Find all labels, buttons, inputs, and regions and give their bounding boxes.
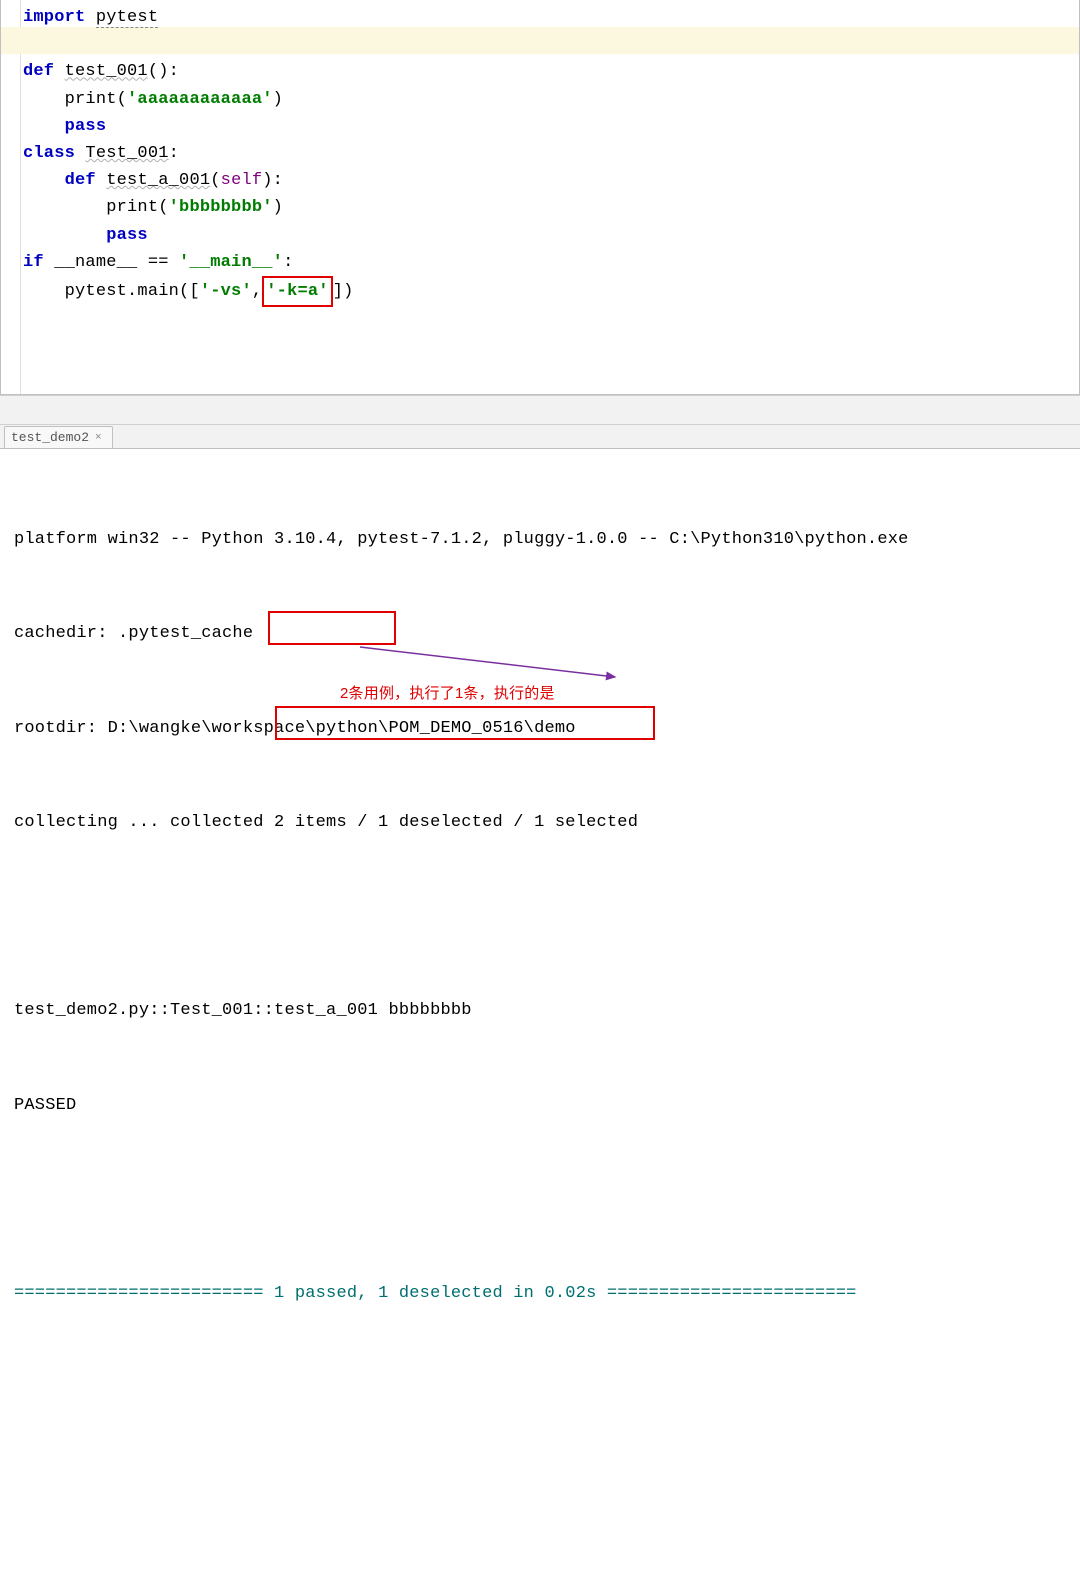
close-icon[interactable]: × — [95, 432, 102, 444]
code-line-7: def test_a_001(self): — [23, 167, 1079, 194]
console-line-summary: ======================== 1 passed, 1 des… — [14, 1278, 1066, 1309]
tab-label: test_demo2 — [11, 430, 89, 445]
code-line-2 — [23, 31, 1079, 58]
code-line-4: print('aaaaaaaaaaaa') — [23, 86, 1079, 113]
console-line-platform: platform win32 -- Python 3.10.4, pytest-… — [14, 524, 1066, 555]
code-line-6: class Test_001: — [23, 140, 1079, 167]
console-tab-bar: test_demo2 × — [0, 425, 1080, 449]
code-line-1: import pytest — [23, 4, 1079, 31]
code-line-9: pass — [23, 222, 1079, 249]
code-line-5: pass — [23, 113, 1079, 140]
tab-test-demo2[interactable]: test_demo2 × — [4, 426, 113, 448]
code-line-8: print('bbbbbbbb') — [23, 194, 1079, 221]
console-line-testrun: test_demo2.py::Test_001::test_a_001 bbbb… — [14, 995, 1066, 1026]
code-line-11: pytest.main(['-vs','-k=a']) — [23, 276, 1079, 307]
emphasis-box-summary — [275, 706, 655, 740]
console-line-collecting: collecting ... collected 2 items / 1 des… — [14, 807, 1066, 838]
code-line-10: if __name__ == '__main__': — [23, 249, 1079, 276]
annotation-text: 2条用例，执行了1条，执行的是 — [340, 680, 555, 708]
code-content: import pytest def test_001(): print('aaa… — [1, 4, 1079, 334]
console-line-blank1 — [14, 901, 1066, 932]
console-output[interactable]: platform win32 -- Python 3.10.4, pytest-… — [0, 449, 1080, 1572]
editor-gutter — [1, 0, 21, 394]
code-line-12 — [23, 307, 1079, 334]
console-line-passed: PASSED — [14, 1090, 1066, 1121]
pane-separator[interactable] — [0, 395, 1080, 425]
code-line-3: def test_001(): — [23, 58, 1079, 85]
emphasis-box-kflag: '-k=a' — [262, 276, 332, 307]
console-line-blank2 — [14, 1184, 1066, 1215]
code-editor[interactable]: import pytest def test_001(): print('aaa… — [0, 0, 1080, 395]
